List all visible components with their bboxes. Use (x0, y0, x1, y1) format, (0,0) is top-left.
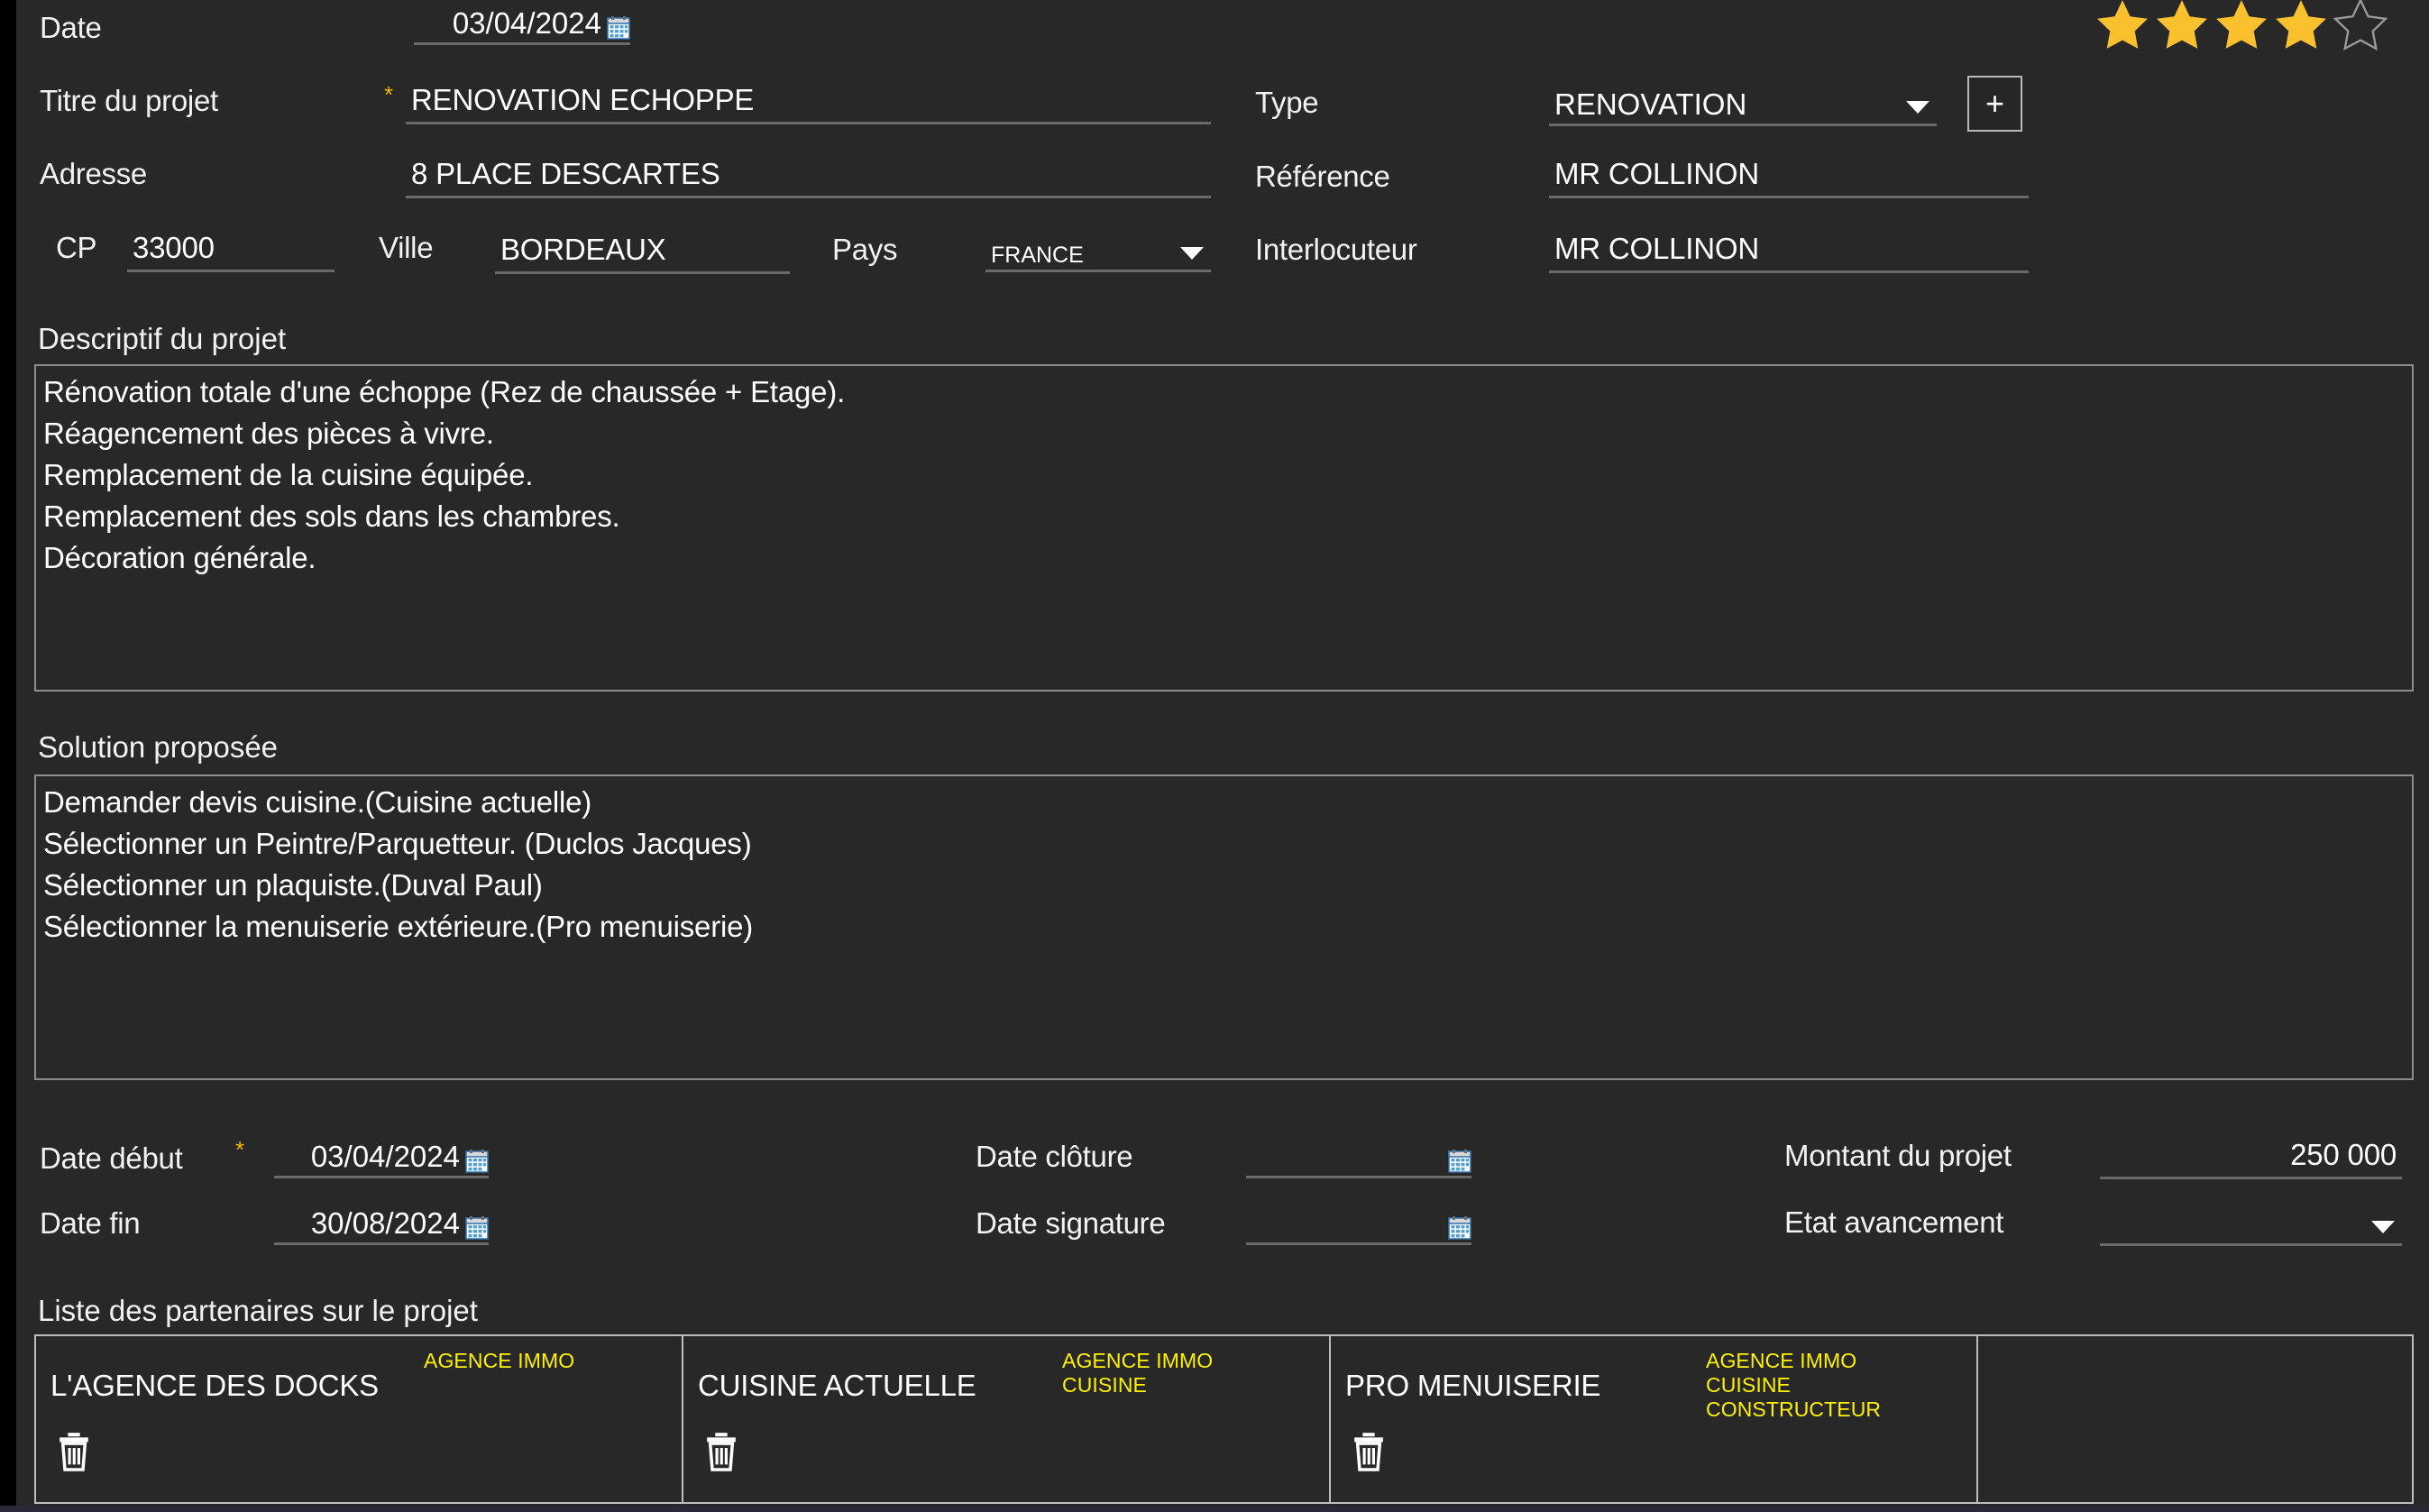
star-icon-filled-1[interactable] (2094, 0, 2150, 52)
cp-input[interactable] (127, 229, 335, 272)
project-rating[interactable] (2094, 0, 2388, 52)
partner-name: L'AGENCE DES DOCKS (50, 1369, 379, 1402)
cp-label: CP (56, 231, 97, 264)
descriptif-label: Descriptif du projet (38, 322, 287, 355)
date-label: Date (40, 11, 102, 44)
date-debut-field[interactable]: 03/04/2024 (274, 1139, 489, 1178)
partner-tags: AGENCE IMMO CUISINE (1062, 1349, 1213, 1397)
type-value: RENOVATION (1554, 87, 1747, 122)
pays-label: Pays (832, 233, 898, 266)
interlocuteur-label: Interlocuteur (1255, 233, 1417, 266)
trash-icon[interactable] (1351, 1432, 1387, 1471)
partner-name: CUISINE ACTUELLE (698, 1369, 976, 1402)
pays-select[interactable]: FRANCE (985, 231, 1211, 272)
adresse-input[interactable] (406, 155, 1211, 198)
partner-tag: CUISINE (1062, 1373, 1147, 1397)
solution-textarea[interactable] (34, 774, 2414, 1080)
chevron-down-icon[interactable] (1180, 247, 1204, 260)
partners-list: L'AGENCE DES DOCKS AGENCE IMMO CUISINE A… (34, 1334, 2414, 1504)
partner-tag: AGENCE IMMO (1706, 1349, 1857, 1372)
montant-input[interactable] (2100, 1136, 2402, 1179)
titre-label: Titre du projet (40, 84, 218, 117)
etat-avancement-select[interactable] (2100, 1203, 2402, 1246)
partner-name: PRO MENUISERIE (1345, 1369, 1601, 1402)
chevron-down-icon[interactable] (2371, 1221, 2395, 1233)
partner-card[interactable]: L'AGENCE DES DOCKS AGENCE IMMO (36, 1336, 683, 1502)
date-debut-required-marker: * (235, 1136, 245, 1163)
etat-avancement-label: Etat avancement (1784, 1205, 2004, 1239)
date-signature-field[interactable] (1246, 1205, 1471, 1245)
calendar-icon[interactable] (465, 1149, 489, 1174)
reference-label: Référence (1255, 160, 1390, 193)
partner-tags: AGENCE IMMO (424, 1349, 574, 1373)
date-fin-value: 30/08/2024 (310, 1206, 460, 1240)
date-debut-value: 03/04/2024 (310, 1140, 460, 1173)
calendar-icon[interactable] (1448, 1215, 1471, 1241)
trash-icon[interactable] (703, 1432, 739, 1471)
reference-input[interactable] (1549, 155, 2029, 198)
titre-required-marker: * (384, 81, 394, 108)
partner-card[interactable]: PRO MENUISERIE AGENCE IMMO CUISINE CONST… (1331, 1336, 1978, 1502)
partner-tag: AGENCE IMMO (1062, 1349, 1214, 1372)
star-icon-filled-3[interactable] (2214, 0, 2269, 52)
ville-input[interactable] (495, 231, 790, 274)
date-fin-field[interactable]: 30/08/2024 (274, 1205, 489, 1245)
date-value: 03/04/2024 (452, 6, 601, 40)
partner-card[interactable]: CUISINE ACTUELLE AGENCE IMMO CUISINE (683, 1336, 1331, 1502)
date-fin-label: Date fin (40, 1206, 141, 1240)
partner-tags: AGENCE IMMO CUISINE CONSTRUCTEUR (1706, 1349, 1881, 1422)
partner-tag: AGENCE IMMO (424, 1349, 575, 1372)
chevron-down-icon[interactable] (1906, 101, 1929, 114)
descriptif-textarea[interactable] (34, 364, 2414, 692)
partner-tag: CONSTRUCTEUR (1706, 1397, 1882, 1421)
window-bottom-edge (0, 1506, 2429, 1512)
trash-icon[interactable] (56, 1432, 92, 1471)
partner-card-empty[interactable] (1978, 1336, 2412, 1502)
star-icon-filled-2[interactable] (2154, 0, 2210, 52)
date-debut-label: Date début (40, 1141, 183, 1175)
star-icon-empty-5[interactable] (2333, 0, 2388, 52)
type-label: Type (1255, 86, 1319, 119)
interlocuteur-input[interactable] (1549, 230, 2029, 273)
type-select[interactable]: RENOVATION (1549, 79, 1937, 126)
calendar-icon[interactable] (607, 15, 630, 41)
date-field[interactable]: 03/04/2024 (414, 5, 630, 45)
partner-tag: CUISINE (1706, 1373, 1791, 1397)
calendar-icon[interactable] (1448, 1149, 1471, 1174)
pays-value: FRANCE (991, 242, 1084, 268)
ville-label: Ville (379, 231, 434, 264)
partners-label: Liste des partenaires sur le projet (38, 1294, 478, 1327)
montant-label: Montant du projet (1784, 1139, 2012, 1172)
solution-label: Solution proposée (38, 730, 279, 764)
date-signature-label: Date signature (976, 1206, 1166, 1240)
project-form-window: Date 03/04/2024 Titre du projet * T (16, 0, 2429, 1506)
adresse-label: Adresse (40, 157, 147, 190)
add-type-button[interactable]: + (1967, 76, 2022, 132)
titre-input[interactable] (406, 81, 1211, 124)
date-cloture-field[interactable] (1246, 1139, 1471, 1178)
date-cloture-label: Date clôture (976, 1140, 1133, 1173)
star-icon-filled-4[interactable] (2273, 0, 2329, 52)
calendar-icon[interactable] (465, 1215, 489, 1241)
